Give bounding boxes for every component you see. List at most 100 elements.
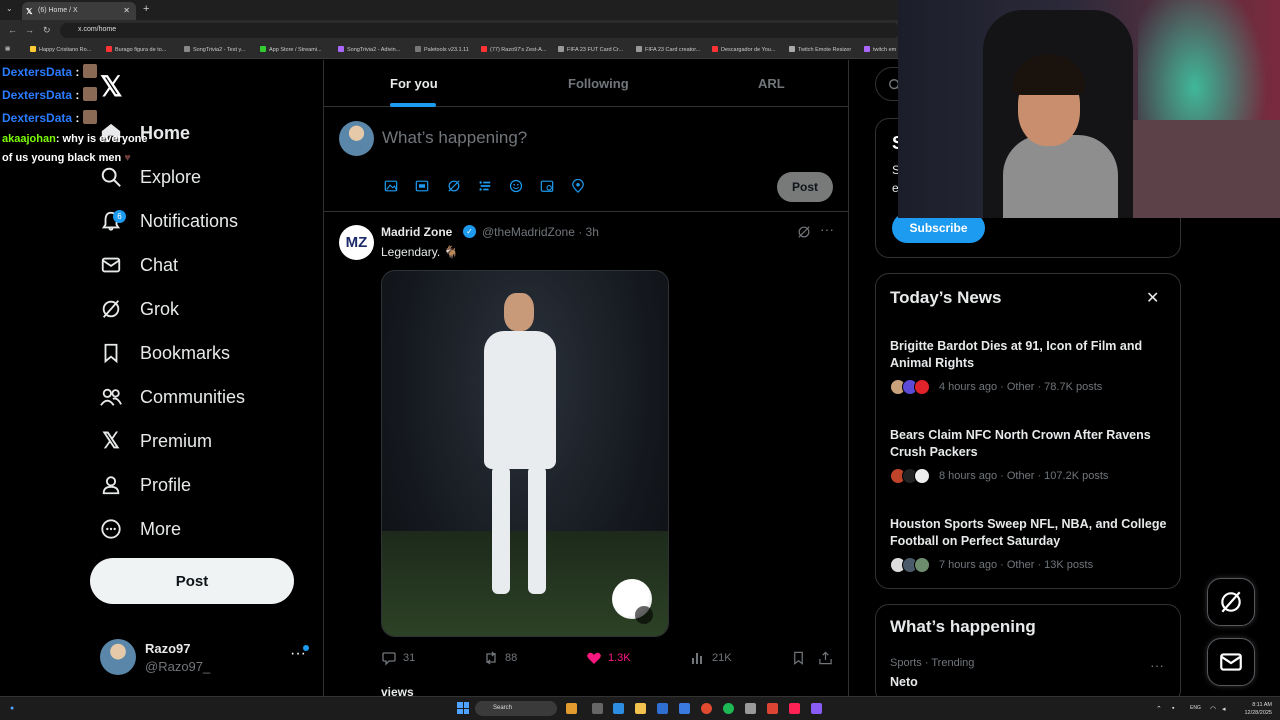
nav-chat[interactable]: Chat	[98, 248, 178, 282]
volume-icon[interactable]: ◂	[1222, 705, 1226, 713]
divider	[324, 211, 848, 212]
search-icon	[98, 164, 124, 190]
bookmark-item[interactable]: SongTrivia2 - Test y...	[184, 46, 245, 53]
player-jersey	[484, 331, 556, 469]
tab-menu-icon[interactable]: ⌄	[6, 4, 13, 13]
language-indicator[interactable]: ENG	[1190, 705, 1201, 711]
app-icon[interactable]	[789, 703, 800, 714]
back-icon[interactable]: ←	[8, 25, 17, 35]
nav-profile[interactable]: Profile	[98, 468, 191, 502]
poll-icon[interactable]	[477, 178, 493, 194]
tweet-media-image[interactable]	[381, 270, 669, 637]
widgets-icon[interactable]: ●	[10, 705, 14, 712]
app-icon[interactable]	[745, 703, 756, 714]
taskbar-clock[interactable]: 8:11 AM 12/28/2025	[1238, 701, 1272, 717]
tweet-avatar[interactable]: MZ	[339, 225, 374, 260]
spotify-icon[interactable]	[723, 703, 734, 714]
x-logo-icon[interactable]: 𝕏	[100, 70, 123, 103]
bookmark-item[interactable]: Twitch Emote Resizer	[789, 46, 851, 53]
webcam-background	[1133, 120, 1280, 218]
apps-icon[interactable]: ▦	[5, 46, 10, 52]
whats-happening-heading: What’s happening	[890, 617, 1036, 636]
edge-icon[interactable]	[613, 703, 624, 714]
tab-close-icon[interactable]: ✕	[123, 6, 130, 15]
bookmark-item[interactable]: FIFA 23 FUT Card Cr...	[558, 46, 623, 53]
nav-bookmarks[interactable]: Bookmarks	[98, 336, 230, 370]
browser-tab[interactable]: 𝕏 (6) Home / X ✕	[22, 2, 136, 20]
x-icon: 𝕏	[102, 428, 120, 453]
bookmark-item[interactable]: twitch em	[864, 46, 896, 53]
retweet-count: 88	[505, 652, 518, 664]
tray-app-icon[interactable]: ▪	[1172, 705, 1174, 712]
trend-name[interactable]: Neto	[890, 675, 918, 689]
file-explorer-icon[interactable]	[635, 703, 646, 714]
tweet-handle-time[interactable]: @theMadridZone · 3h	[482, 225, 599, 239]
nav-premium[interactable]: 𝕏 Premium	[98, 424, 212, 458]
new-tab-icon[interactable]: +	[143, 3, 149, 15]
bookmark-item[interactable]: App Store / Streami...	[260, 46, 322, 53]
gif-icon[interactable]	[414, 178, 430, 194]
twitch-icon[interactable]	[811, 703, 822, 714]
tweet-more-icon[interactable]: ···	[820, 221, 834, 237]
close-icon[interactable]: ✕	[1146, 288, 1159, 308]
news-item[interactable]: Bears Claim NFC North Crown After Ravens…	[890, 427, 1175, 485]
nav-notifications[interactable]: 6 Notifications	[98, 204, 238, 238]
tweet-text: Legendary. 🐐	[381, 245, 459, 259]
task-view-icon[interactable]	[592, 703, 603, 714]
emoji-icon[interactable]	[508, 178, 524, 194]
share-button[interactable]	[818, 650, 833, 666]
retweet-button[interactable]: 88	[483, 650, 517, 666]
app-icon[interactable]	[767, 703, 778, 714]
chrome-icon[interactable]	[701, 703, 712, 714]
bookmark-item[interactable]: FIFA 23 Card creator...	[636, 46, 700, 53]
messages-fab-button[interactable]	[1207, 638, 1255, 686]
grok-icon[interactable]	[446, 178, 462, 194]
tweet-author-name[interactable]: Madrid Zone	[381, 225, 452, 239]
news-item[interactable]: Houston Sports Sweep NFL, NBA, and Colle…	[890, 516, 1175, 574]
post-button[interactable]: Post	[90, 558, 294, 604]
schedule-icon[interactable]	[539, 178, 555, 194]
store-icon[interactable]	[657, 703, 668, 714]
bookmark-item[interactable]: Descargador de You...	[712, 46, 775, 53]
bookmark-button[interactable]	[791, 650, 806, 666]
news-item[interactable]: Brigitte Bardot Dies at 91, Icon of Film…	[890, 338, 1175, 396]
mail-app-icon[interactable]	[679, 703, 690, 714]
compose-input[interactable]: What’s happening?	[382, 128, 527, 148]
like-button[interactable]: 1.3K	[586, 650, 631, 666]
more-circle-icon	[98, 516, 124, 542]
nav-label: Chat	[140, 254, 179, 275]
nav-grok[interactable]: Grok	[98, 292, 179, 326]
tab-following[interactable]: Following	[568, 76, 629, 91]
nav-more[interactable]: More	[98, 512, 181, 546]
reload-icon[interactable]: ↻	[43, 25, 51, 36]
bookmark-item[interactable]: SongTrivia2 - Adivin...	[338, 46, 400, 53]
tab-arl[interactable]: ARL	[758, 76, 785, 91]
start-icon[interactable]	[457, 702, 469, 714]
url-field[interactable]: x.com/home	[60, 23, 900, 38]
grok-icon[interactable]	[797, 225, 811, 244]
emote-icon	[82, 87, 97, 101]
compose-post-button[interactable]: Post	[777, 172, 833, 202]
grok-fab-button[interactable]	[1207, 578, 1255, 626]
bookmark-item[interactable]: (77) Razo97's Zest-A...	[481, 46, 546, 53]
image-icon[interactable]	[383, 178, 399, 194]
bookmark-item[interactable]: Happy Cristiano Ro...	[30, 46, 91, 53]
bookmark-item[interactable]: Burago figura de to...	[106, 46, 166, 53]
nav-explore[interactable]: Explore	[98, 160, 201, 194]
trend-more-icon[interactable]: ···	[1150, 657, 1164, 673]
webcam-person-torso	[1003, 135, 1118, 218]
player-leg	[492, 466, 510, 594]
views-button[interactable]: 21K	[690, 650, 732, 666]
reply-button[interactable]: 31	[381, 650, 415, 666]
taskbar-search[interactable]: Search	[475, 701, 557, 716]
forward-icon[interactable]: →	[25, 25, 34, 35]
media-badge-icon[interactable]	[635, 606, 653, 624]
nav-communities[interactable]: Communities	[98, 380, 245, 414]
bookmark-item[interactable]: Paletools v23.1.11	[415, 46, 469, 53]
wifi-icon[interactable]: ◠	[1210, 705, 1216, 713]
tray-chevron-icon[interactable]: ⌃	[1156, 705, 1162, 713]
nav-label: More	[140, 518, 182, 539]
tab-for-you[interactable]: For you	[390, 76, 438, 91]
location-icon[interactable]	[570, 178, 586, 194]
app-icon[interactable]	[566, 703, 577, 714]
